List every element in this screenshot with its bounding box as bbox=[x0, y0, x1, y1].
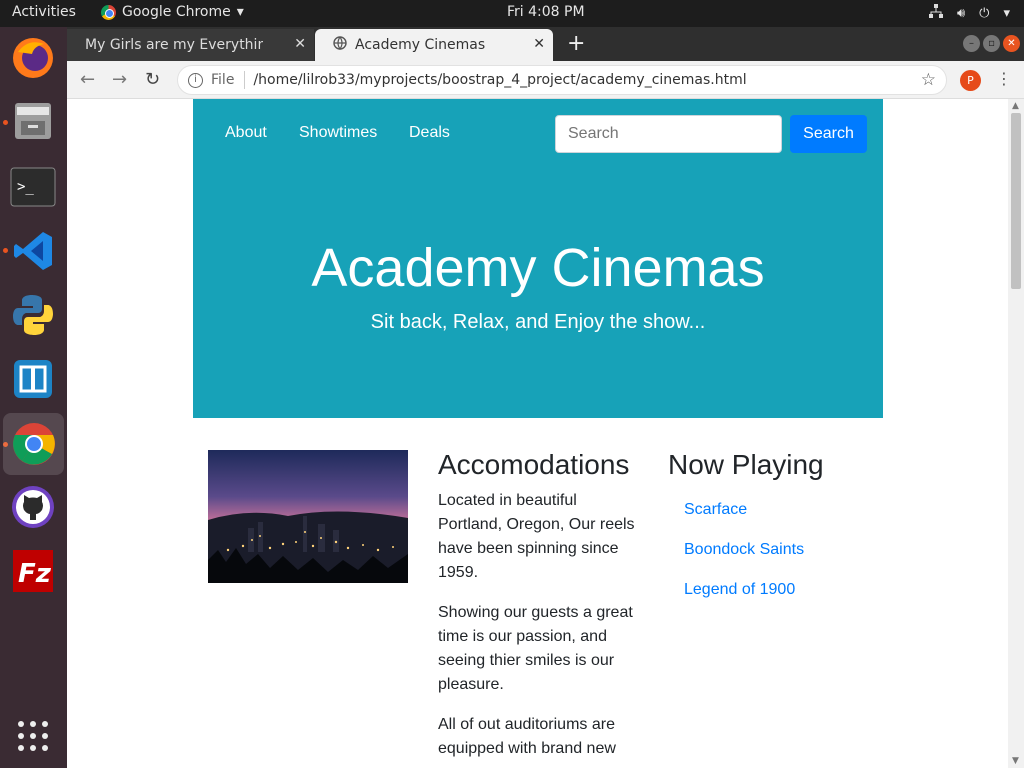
search-button[interactable]: Search bbox=[790, 115, 867, 153]
dock-python[interactable] bbox=[8, 290, 58, 340]
dock-blueprint-app[interactable] bbox=[8, 354, 58, 404]
browser-toolbar: ← → ↻ i File /home/lilrob33/myprojects/b… bbox=[67, 61, 1024, 99]
svg-text:>_: >_ bbox=[17, 179, 34, 195]
movie-link[interactable]: Legend of 1900 bbox=[684, 579, 868, 601]
dock-vscode[interactable] bbox=[8, 226, 58, 276]
accommodations-paragraph: All of out auditoriums are equipped with… bbox=[438, 716, 616, 757]
scroll-up-arrow-icon[interactable]: ▲ bbox=[1012, 101, 1019, 111]
app-menu-label: Google Chrome bbox=[122, 4, 231, 20]
terminal-icon: >_ bbox=[10, 167, 56, 207]
browser-menu-icon[interactable]: ⋮ bbox=[996, 69, 1012, 88]
power-icon: ⏻ bbox=[979, 5, 990, 21]
chevron-down-icon: ▾ bbox=[236, 4, 244, 20]
firefox-icon bbox=[13, 38, 53, 78]
system-top-bar: Activities Google Chrome ▾ Fri 4:08 PM 🔊… bbox=[0, 0, 1024, 27]
vscode-icon bbox=[14, 232, 52, 270]
show-applications-button[interactable] bbox=[8, 711, 58, 761]
hero-title: Academy Cinemas bbox=[311, 238, 765, 298]
accommodations-heading: Accomodations bbox=[438, 449, 630, 480]
chevron-down-icon: ▾ bbox=[1003, 5, 1010, 21]
network-icon bbox=[928, 4, 943, 22]
divider bbox=[244, 71, 246, 89]
files-icon bbox=[15, 103, 51, 139]
nav-about-link[interactable]: About bbox=[225, 124, 267, 142]
dock-files[interactable] bbox=[8, 96, 58, 146]
filezilla-icon: Fz bbox=[13, 550, 53, 592]
back-button[interactable]: ← bbox=[80, 69, 95, 90]
app-menu[interactable]: Google Chrome ▾ bbox=[101, 4, 244, 20]
dock: >_ Fz bbox=[0, 27, 67, 768]
tab-strip: My Girls are my Everything ✕ Academy Cin… bbox=[67, 27, 1024, 61]
maximize-window-button[interactable]: ▫ bbox=[983, 35, 1000, 52]
scroll-down-arrow-icon[interactable]: ▼ bbox=[1012, 756, 1019, 766]
accommodations-section: Accomodations Located in beautiful Portl… bbox=[438, 449, 643, 768]
movie-link[interactable]: Scarface bbox=[684, 499, 868, 521]
dock-filezilla[interactable]: Fz bbox=[8, 546, 58, 596]
hero-subtitle: Sit back, Relax, and Enjoy the show... bbox=[370, 311, 706, 333]
chrome-icon bbox=[101, 4, 116, 20]
dock-github[interactable] bbox=[8, 482, 58, 532]
page-scrollbar[interactable]: ▲ ▼ bbox=[1008, 99, 1024, 768]
github-icon bbox=[12, 486, 54, 528]
activities-button[interactable]: Activities bbox=[12, 4, 76, 20]
address-bar[interactable]: i File /home/lilrob33/myprojects/boostra… bbox=[177, 65, 947, 95]
profile-avatar[interactable]: P bbox=[960, 70, 981, 91]
forward-button[interactable]: → bbox=[112, 69, 127, 90]
tab-title: My Girls are my Everything bbox=[85, 37, 263, 53]
tab-active[interactable]: Academy Cinemas ✕ bbox=[315, 29, 553, 61]
search-input[interactable] bbox=[555, 115, 782, 153]
nav-deals-link[interactable]: Deals bbox=[409, 124, 450, 142]
minimize-window-button[interactable]: – bbox=[963, 35, 980, 52]
page-viewport: About Showtimes Deals Search Academy Cin… bbox=[67, 99, 1008, 768]
globe-icon bbox=[333, 36, 347, 54]
now-playing-heading: Now Playing bbox=[668, 449, 824, 480]
url-scheme-label: File bbox=[211, 72, 235, 88]
dock-terminal[interactable]: >_ bbox=[8, 162, 58, 212]
blueprint-icon bbox=[14, 360, 52, 398]
url-text[interactable]: /home/lilrob33/myprojects/boostrap_4_pro… bbox=[253, 72, 746, 88]
tab-inactive[interactable]: My Girls are my Everything ✕ bbox=[67, 29, 314, 61]
svg-text:Fz: Fz bbox=[18, 559, 52, 589]
bookmark-star-icon[interactable]: ☆ bbox=[921, 70, 936, 90]
accommodations-paragraph: Located in beautiful Portland, Oregon, O… bbox=[438, 492, 635, 581]
scrollbar-thumb[interactable] bbox=[1011, 113, 1021, 289]
dock-chrome[interactable] bbox=[3, 413, 64, 475]
accommodations-paragraph: Showing our guests a great time is our p… bbox=[438, 604, 633, 693]
portland-skyline-image bbox=[208, 450, 408, 583]
tab-title: Academy Cinemas bbox=[355, 37, 486, 53]
movie-link[interactable]: Boondock Saints bbox=[684, 539, 868, 561]
chrome-icon bbox=[12, 423, 55, 465]
system-tray[interactable]: 🔊︎ ⏻ ▾ bbox=[928, 4, 1010, 22]
close-tab-icon[interactable]: ✕ bbox=[533, 36, 545, 52]
volume-icon: 🔊︎ bbox=[956, 5, 966, 21]
jumbotron: About Showtimes Deals Search Academy Cin… bbox=[193, 99, 883, 418]
app-grid-icon bbox=[18, 721, 48, 751]
reload-button[interactable]: ↻ bbox=[145, 69, 160, 90]
new-tab-button[interactable]: + bbox=[567, 31, 585, 56]
python-icon bbox=[13, 295, 53, 335]
dock-firefox[interactable] bbox=[8, 32, 58, 82]
close-window-button[interactable]: ✕ bbox=[1003, 35, 1020, 52]
nav-showtimes-link[interactable]: Showtimes bbox=[299, 124, 377, 142]
info-icon[interactable]: i bbox=[188, 72, 203, 88]
close-tab-icon[interactable]: ✕ bbox=[294, 36, 306, 52]
now-playing-section: Now Playing Scarface Boondock Saints Leg… bbox=[668, 449, 868, 619]
clock[interactable]: Fri 4:08 PM bbox=[507, 4, 585, 20]
